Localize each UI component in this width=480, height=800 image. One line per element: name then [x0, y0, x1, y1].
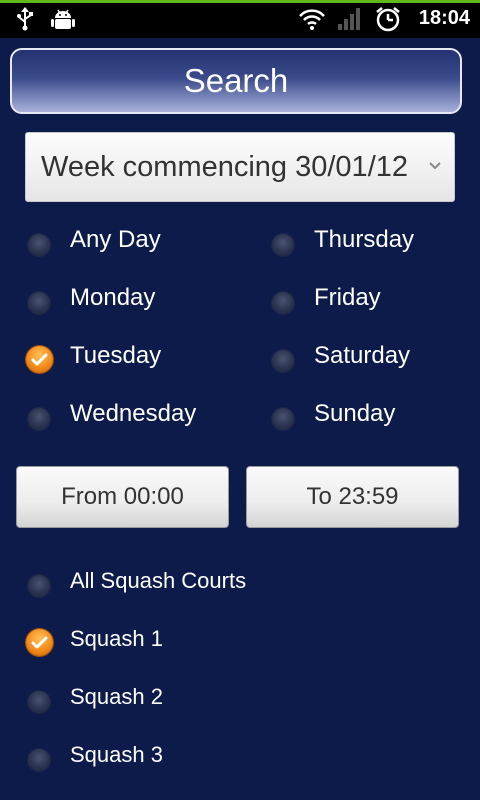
radio-button[interactable]: [28, 749, 50, 771]
radio-button[interactable]: [28, 691, 50, 713]
day-label: Tuesday: [70, 342, 162, 369]
usb-icon: [17, 7, 33, 31]
day-label: Friday: [314, 284, 381, 311]
day-label: Wednesday: [70, 400, 197, 427]
alarm-icon: [376, 7, 400, 32]
radio-button[interactable]: [28, 292, 50, 314]
radio-button[interactable]: [272, 408, 294, 430]
day-label: Monday: [70, 284, 156, 311]
status-time: 18:04: [418, 7, 470, 29]
chevron-down-icon: [429, 162, 441, 170]
main-content: Search Week commencing 30/01/12 Any Day …: [0, 38, 480, 800]
week-select-value: Week commencing 30/01/12: [41, 151, 409, 183]
radio-button[interactable]: [272, 350, 294, 372]
android-debug-icon: [51, 9, 75, 29]
radio-button[interactable]: [272, 292, 294, 314]
signal-icon: [338, 8, 360, 30]
check-icon: [31, 636, 48, 649]
day-label: Any Day: [70, 226, 161, 253]
status-bar-accent-line: [0, 0, 480, 3]
radio-button[interactable]: [28, 234, 50, 256]
page-title: Search: [10, 48, 462, 114]
radio-button[interactable]: [28, 408, 50, 430]
day-label: Thursday: [314, 226, 415, 253]
radio-button[interactable]: [28, 575, 50, 597]
week-select[interactable]: Week commencing 30/01/12: [25, 132, 455, 202]
check-icon: [31, 353, 48, 366]
status-bar: 18:04: [0, 0, 480, 38]
to-time-button[interactable]: To 23:59: [246, 466, 459, 528]
court-label: Squash 2: [70, 684, 163, 709]
wifi-icon: [299, 9, 325, 30]
from-time-button[interactable]: From 00:00: [16, 466, 229, 528]
radio-button-checked[interactable]: [26, 346, 53, 373]
radio-button-checked[interactable]: [26, 629, 53, 656]
day-label: Saturday: [314, 342, 411, 369]
day-label: Sunday: [314, 400, 396, 427]
court-label: Squash 3: [70, 742, 163, 767]
court-label: Squash 1: [70, 626, 163, 651]
court-label: All Squash Courts: [70, 568, 247, 593]
radio-button[interactable]: [272, 234, 294, 256]
